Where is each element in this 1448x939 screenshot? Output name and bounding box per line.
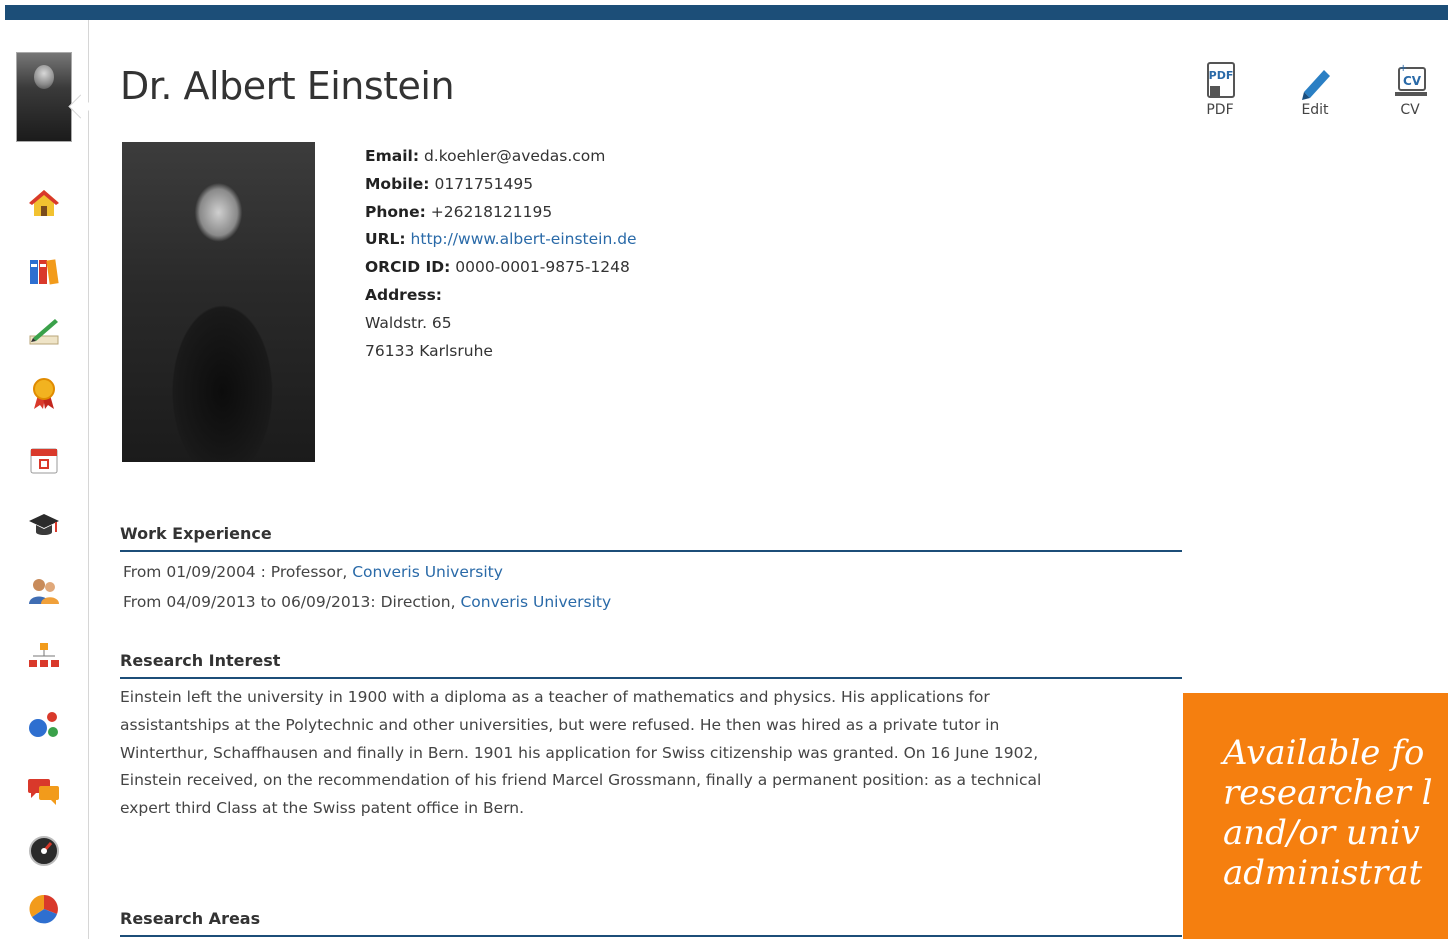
books-icon — [30, 259, 59, 285]
work-entry-2: From 04/09/2013 to 06/09/2013: Direction… — [123, 593, 611, 611]
promo-line: and/or univ — [1223, 813, 1420, 853]
home-icon — [29, 190, 59, 216]
edit-button-label: Edit — [1301, 102, 1329, 118]
award-ribbon-icon — [33, 378, 55, 409]
people-icon — [29, 579, 59, 604]
top-header-bar — [0, 0, 1448, 20]
svg-text:CV: CV — [1403, 74, 1422, 88]
research-interest-line: expert third Class at the Swiss patent o… — [120, 799, 525, 818]
research-areas-heading: Research Areas — [120, 909, 261, 928]
pencil-icon — [1302, 70, 1330, 100]
address-line-2: 76133 Karlsruhe — [365, 341, 493, 360]
chat-bubbles-icon — [28, 779, 59, 805]
promo-callout: Available fo researcher l and/or univ ad… — [1183, 693, 1448, 939]
top-header-band — [5, 5, 1448, 20]
research-interest-heading: Research Interest — [120, 651, 281, 670]
url-label: URL: — [365, 230, 406, 249]
sidebar-item-writing[interactable] — [26, 313, 62, 349]
work-entry-1-org-link[interactable]: Converis University — [352, 563, 503, 581]
phone-label: Phone: — [365, 202, 426, 221]
work-entry-1-text: From 01/09/2004 : Professor, — [123, 563, 353, 581]
research-areas-rule — [120, 935, 1182, 937]
sidebar-item-publications[interactable] — [26, 253, 62, 289]
contact-details: Email: d.koehler@avedas.com Mobile: 0171… — [365, 143, 637, 365]
graduation-cap-icon — [29, 514, 59, 535]
edit-button[interactable]: Edit — [1285, 60, 1345, 118]
orcid-value: 0000-0001-9875-1248 — [455, 258, 630, 277]
work-entry-2-org-link[interactable]: Converis University — [460, 593, 611, 611]
research-interest-line: Einstein received, on the recommendation… — [120, 771, 1042, 790]
promo-line: Available fo — [1223, 733, 1425, 773]
promo-line: researcher l — [1223, 773, 1433, 813]
org-chart-icon — [29, 643, 59, 667]
work-experience-rule — [120, 550, 1182, 552]
pdf-button[interactable]: PDF PDF — [1190, 60, 1250, 118]
sidebar-item-home[interactable] — [26, 185, 62, 221]
cv-icon: CV + — [1395, 63, 1427, 96]
avatar-pointer — [68, 94, 93, 119]
address-label: Address: — [365, 285, 442, 304]
sidebar-edge — [0, 20, 5, 939]
pie-chart-icon — [29, 894, 58, 924]
email-label: Email: — [365, 147, 420, 165]
writing-icon — [29, 319, 59, 345]
work-entry-1: From 01/09/2004 : Professor, Converis Un… — [123, 563, 503, 581]
page-title: Dr. Albert Einstein — [120, 64, 455, 108]
sidebar-item-organisation[interactable] — [26, 638, 62, 674]
promo-line: administrat — [1223, 853, 1423, 893]
research-interest-line: assistantships at the Polytechnic and ot… — [120, 715, 1000, 734]
phone-value: +26218121195 — [430, 202, 553, 221]
avatar[interactable] — [16, 52, 72, 142]
sidebar-item-dashboard[interactable] — [26, 833, 62, 869]
network-icon — [29, 712, 58, 737]
svg-text:PDF: PDF — [1209, 69, 1234, 82]
work-entry-2-text: From 04/09/2013 to 06/09/2013: Direction… — [123, 593, 461, 611]
research-interest-line: Winterthur, Schaffhausen and finally in … — [120, 743, 1039, 762]
sidebar-item-awards[interactable] — [26, 376, 62, 412]
cv-button[interactable]: CV + CV — [1380, 60, 1440, 118]
orcid-label: ORCID ID: — [365, 258, 451, 277]
mobile-value: 0171751495 — [434, 174, 534, 193]
research-interest-text: Einstein left the university in 1900 wit… — [120, 684, 1170, 823]
pdf-button-label: PDF — [1206, 102, 1234, 118]
sidebar-item-people[interactable] — [26, 573, 62, 609]
email-value: d.koehler@avedas.com — [423, 147, 606, 165]
work-experience-heading: Work Experience — [120, 524, 272, 543]
cv-button-label: CV — [1400, 102, 1420, 118]
left-sidebar — [0, 20, 93, 939]
sidebar-item-education[interactable] — [26, 507, 62, 543]
sidebar-item-events[interactable] — [26, 442, 62, 478]
sidebar-item-reports[interactable] — [26, 891, 62, 927]
address-line-1: Waldstr. 65 — [365, 313, 452, 332]
pdf-icon: PDF — [1207, 62, 1235, 98]
sidebar-item-messages[interactable] — [26, 772, 62, 808]
research-interest-rule — [120, 677, 1182, 679]
calendar-icon — [30, 448, 58, 474]
svg-text:+: + — [1399, 63, 1407, 74]
research-interest-line: Einstein left the university in 1900 wit… — [120, 688, 990, 706]
url-link[interactable]: http://www.albert-einstein.de — [411, 230, 637, 248]
sidebar-item-network[interactable] — [26, 706, 62, 742]
mobile-label: Mobile: — [365, 174, 430, 193]
profile-photo — [122, 142, 315, 462]
dashboard-gauge-icon — [29, 836, 59, 866]
